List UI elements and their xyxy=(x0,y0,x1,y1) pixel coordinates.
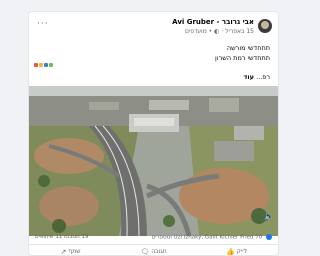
emoji-icon xyxy=(39,63,43,67)
comment-icon: 🗨 xyxy=(140,247,150,256)
comment-label: תגובה xyxy=(151,248,167,255)
post-stats: 70 Uzi Izhaky, Galit Kichler Fried ומספר… xyxy=(29,232,278,244)
post-text-line: תתחדשי מורשה xyxy=(226,44,270,52)
emoji-icon xyxy=(49,63,53,67)
share-icon: ↗ xyxy=(60,247,67,256)
see-more-prefix: רפ... xyxy=(256,73,270,81)
comments-shares-count[interactable]: 19 תגובות 11 שיתופים xyxy=(35,234,88,240)
post-text-line: תתחדשי רמת השרון xyxy=(215,54,270,62)
emoji-icon xyxy=(34,63,38,67)
post-photo[interactable] xyxy=(29,86,278,236)
reactions-summary[interactable]: 70 Uzi Izhaky, Galit Kichler Fried ומספר… xyxy=(152,234,272,241)
share-button[interactable]: ↗ שתף xyxy=(29,245,112,256)
like-button[interactable]: 👍 לייק xyxy=(195,245,278,256)
see-more-label[interactable]: עוד xyxy=(244,73,254,81)
post-meta: 15 באפריל · ◐ • מועדפים xyxy=(184,28,254,35)
like-label: לייק xyxy=(236,248,248,255)
like-reaction-icon xyxy=(266,234,272,240)
see-more-link[interactable]: רפ... עוד xyxy=(244,73,270,81)
post-author[interactable]: אבי גרובר - Avi Gruber xyxy=(172,18,254,26)
emoji-icon xyxy=(44,63,48,67)
post-card: אבי גרובר - Avi Gruber 15 באפריל · ◐ • מ… xyxy=(28,11,279,256)
mute-icon[interactable]: 🔈 xyxy=(264,212,274,222)
avatar[interactable] xyxy=(258,19,272,33)
comment-button[interactable]: 🗨 תגובה xyxy=(112,245,195,256)
post-actions: 👍 לייק 🗨 תגובה ↗ שתף xyxy=(29,244,278,256)
more-options-icon[interactable]: ··· xyxy=(37,20,49,29)
emoji-row xyxy=(34,63,53,67)
thumbs-up-icon: 👍 xyxy=(225,247,235,256)
share-label: שתף xyxy=(68,248,81,255)
reactions-text: 70 Uzi Izhaky, Galit Kichler Fried ומספר… xyxy=(151,234,263,241)
